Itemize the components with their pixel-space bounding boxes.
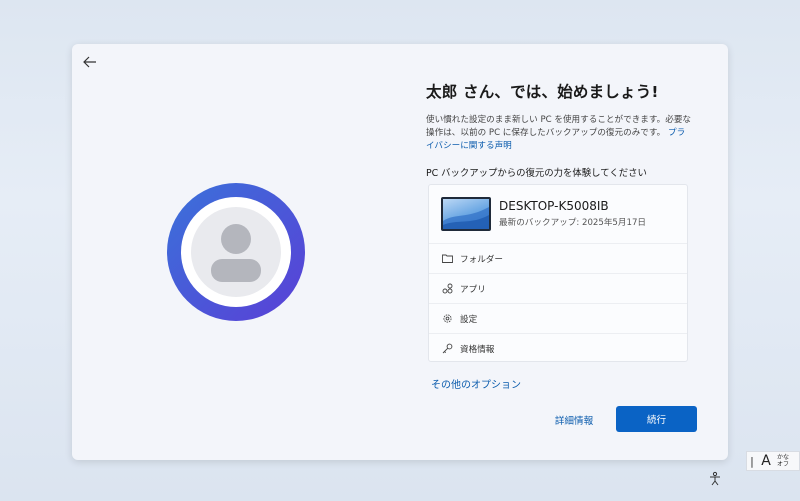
device-row: DESKTOP-K5008IB 最新のバックアップ: 2025年5月17日: [441, 197, 681, 233]
apps-icon: [440, 282, 454, 296]
backup-item-credentials: 資格情報: [429, 333, 687, 363]
avatar: [167, 183, 305, 321]
backup-panel: DESKTOP-K5008IB 最新のバックアップ: 2025年5月17日 フォ…: [428, 184, 688, 362]
backup-item-label: 資格情報: [460, 344, 495, 355]
content-panel: 太郎 さん、では、始めましょう! 使い慣れた設定のまま新しい PC を使用するこ…: [426, 80, 698, 179]
ime-indicator[interactable]: | A かな オフ: [746, 451, 800, 471]
section-label: PC バックアップからの復元の力を体験してください: [426, 168, 647, 179]
setup-card: 太郎 さん、では、始めましょう! 使い慣れた設定のまま新しい PC を使用するこ…: [72, 44, 728, 460]
backup-item-settings: 設定: [429, 303, 687, 333]
backup-item-folders: フォルダー: [429, 243, 687, 273]
ime-kana-status: かな オフ: [777, 454, 790, 468]
device-thumbnail: [441, 197, 491, 231]
ime-mode: A: [761, 453, 771, 469]
last-backup-date: 最新のバックアップ: 2025年5月17日: [499, 218, 647, 228]
accessibility-icon[interactable]: [707, 471, 723, 487]
backup-item-apps: アプリ: [429, 273, 687, 303]
device-name: DESKTOP-K5008IB: [499, 199, 609, 213]
gear-icon: [440, 312, 454, 326]
back-arrow-icon: [83, 56, 96, 68]
folder-icon: [440, 252, 454, 266]
description-line2: 操作は、以前の PC に保存したバックアップの復元のみです。: [426, 128, 666, 138]
back-button[interactable]: [80, 52, 100, 72]
next-button[interactable]: 続行: [616, 406, 697, 432]
page-title: 太郎 さん、では、始めましょう!: [426, 83, 659, 101]
key-icon: [440, 342, 454, 356]
details-button[interactable]: 詳細情報: [546, 408, 602, 432]
ime-separator: |: [750, 454, 754, 468]
backup-item-label: アプリ: [460, 284, 486, 295]
description-line1: 使い慣れた設定のまま新しい PC を使用することができます。必要な: [426, 115, 692, 125]
backup-item-label: 設定: [460, 314, 478, 325]
description: 使い慣れた設定のまま新しい PC を使用することができます。必要な 操作は、以前…: [426, 114, 698, 153]
backup-item-label: フォルダー: [460, 254, 503, 265]
other-options-link[interactable]: その他のオプション: [431, 376, 521, 391]
